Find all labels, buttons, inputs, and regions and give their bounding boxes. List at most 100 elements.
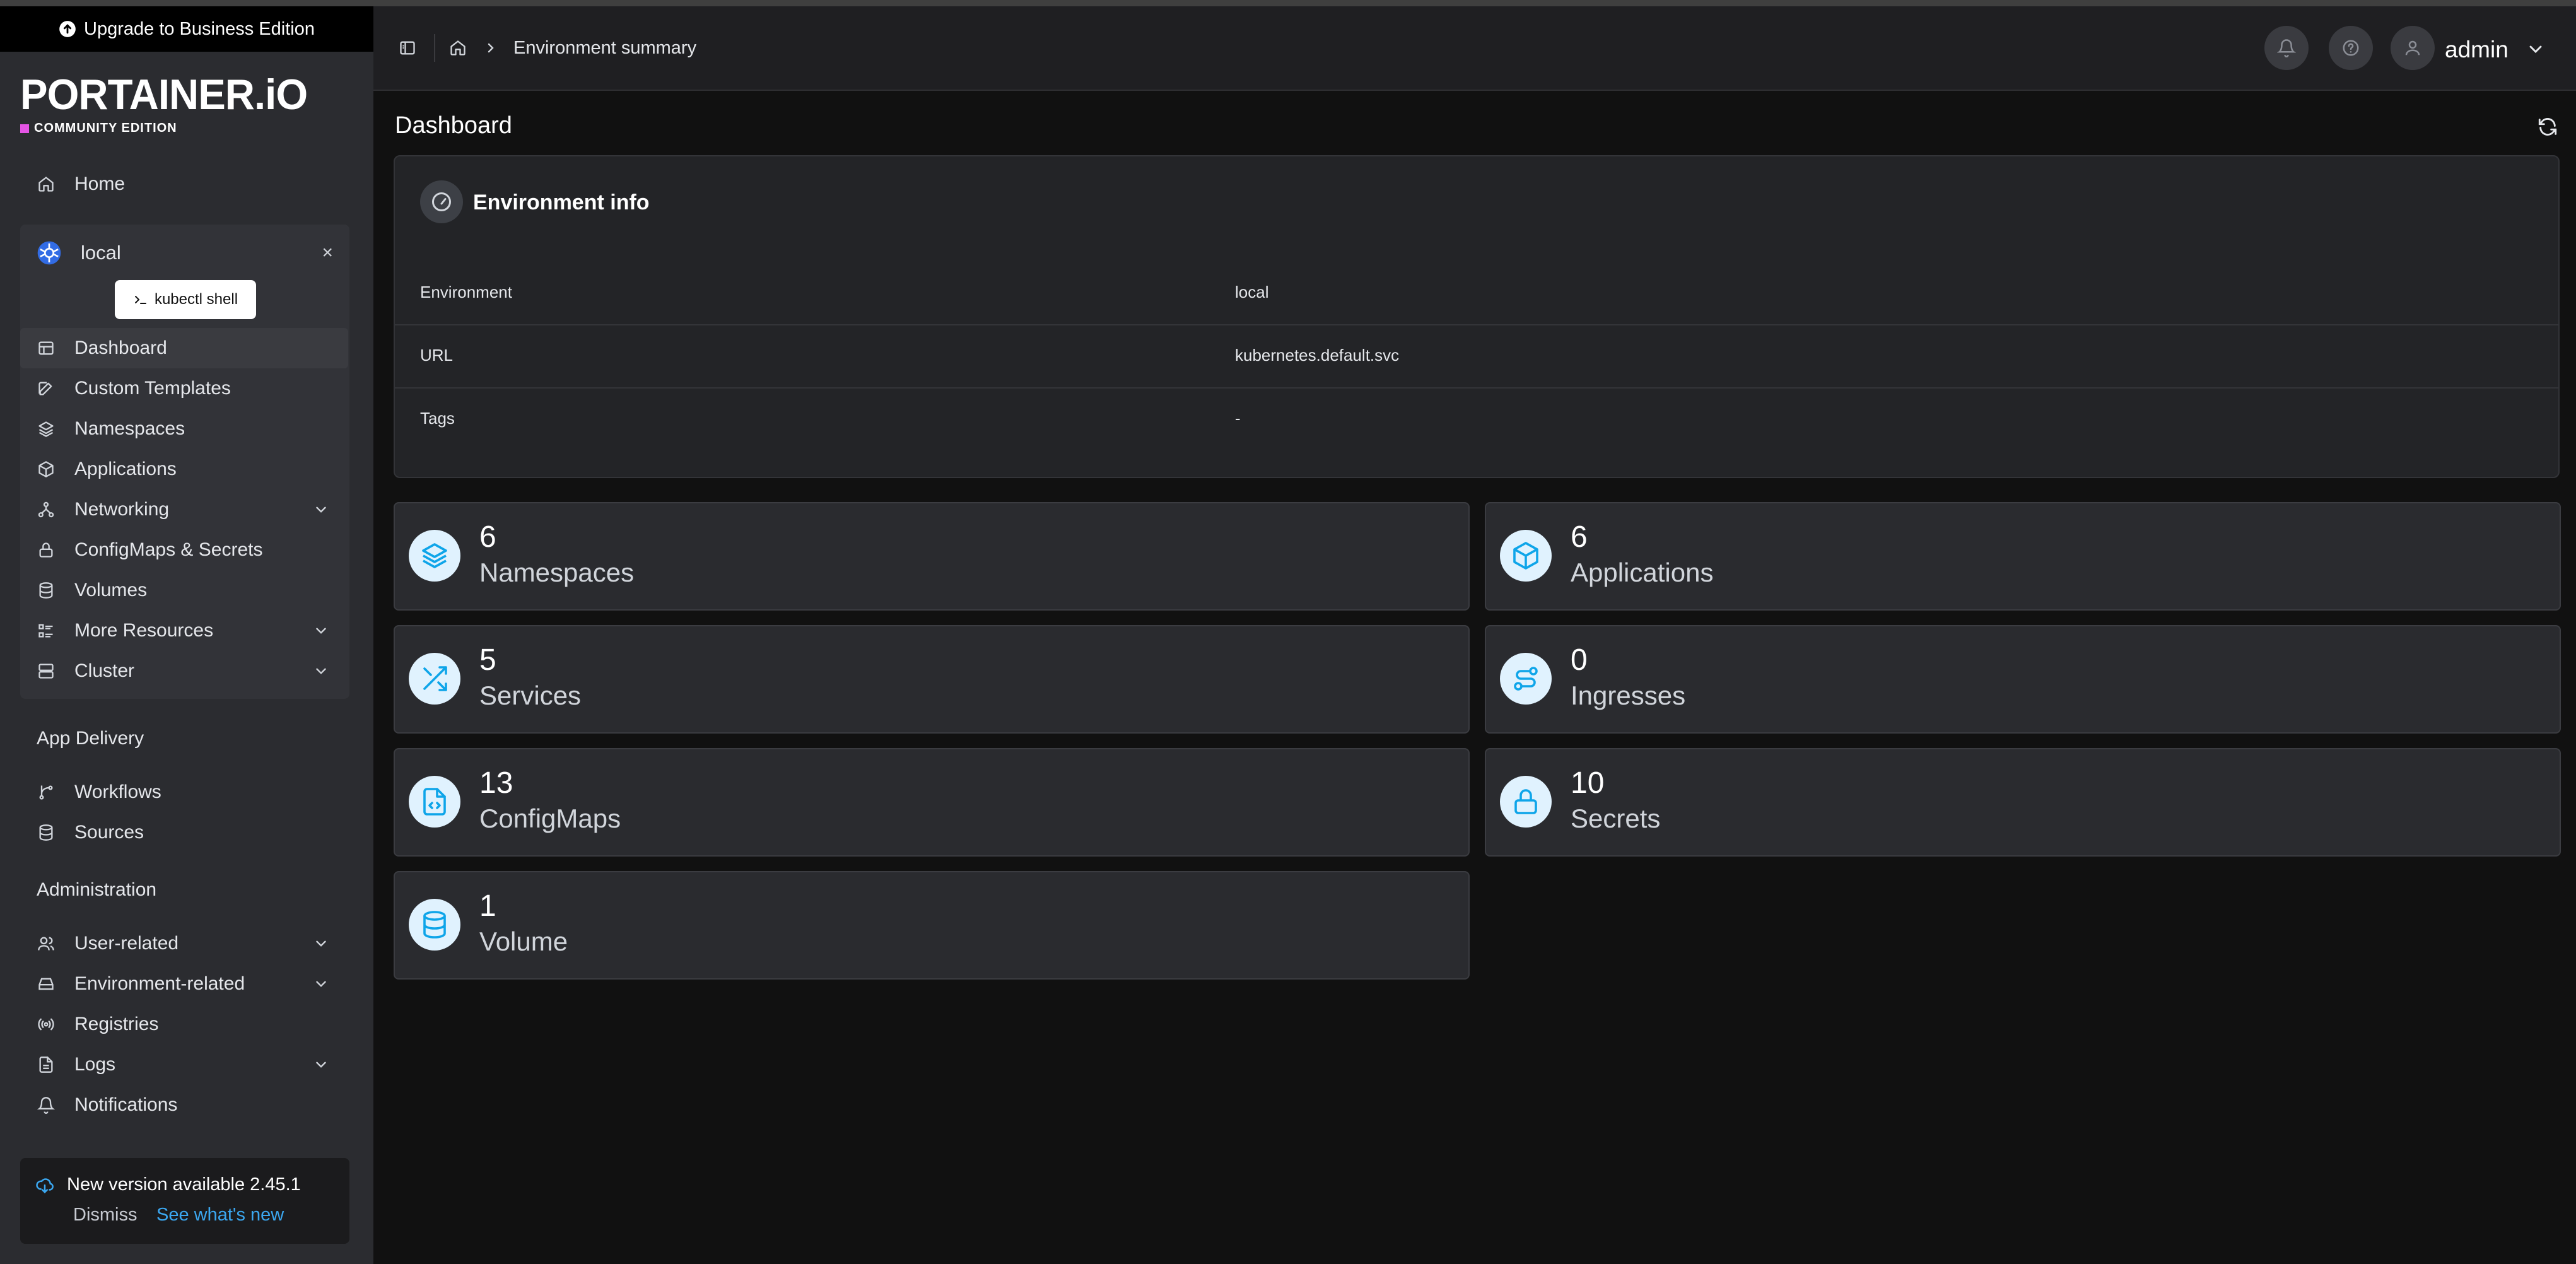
upgrade-banner[interactable]: Upgrade to Business Edition	[0, 6, 373, 52]
sidebar-item-volumes[interactable]: Volumes	[20, 570, 348, 611]
update-notice: New version available 2.45.1 Dismiss See…	[20, 1158, 349, 1244]
update-title: New version available 2.45.1	[67, 1174, 301, 1195]
sidebar-item-label: Applications	[74, 459, 177, 479]
chevron-right-icon	[488, 43, 494, 53]
list-icon	[37, 621, 56, 640]
stat-count: 6	[479, 520, 496, 554]
notifications-button[interactable]	[2264, 26, 2309, 70]
sidebar-item-label: ConfigMaps & Secrets	[74, 539, 263, 560]
sidebar-item-environment-related[interactable]: Environment-related	[20, 964, 348, 1004]
stat-count: 5	[479, 643, 496, 677]
environment-info-panel: Environment info Environment local URL k…	[394, 155, 2560, 478]
arrow-up-circle-icon	[59, 21, 76, 37]
users-icon	[37, 934, 56, 953]
sidebar-item-label: Custom Templates	[74, 378, 231, 399]
sidebar-item-workflows[interactable]: Workflows	[20, 772, 348, 812]
whats-new-link[interactable]: See what's new	[156, 1205, 284, 1226]
user-name[interactable]: admin	[2445, 37, 2509, 63]
sidebar-item-networking[interactable]: Networking	[20, 489, 348, 530]
stat-card-secrets[interactable]: 10 Secrets	[1485, 748, 2561, 857]
edit-icon	[37, 379, 56, 398]
environment-close-button[interactable]: ×	[322, 242, 333, 264]
environment-name: local	[81, 242, 121, 264]
sidebar-item-more-resources[interactable]: More Resources	[20, 611, 348, 651]
stat-card-configmaps[interactable]: 13 ConfigMaps	[394, 748, 1470, 857]
administration-heading: Administration	[37, 879, 157, 900]
radio-icon	[37, 1015, 56, 1034]
stat-label: Ingresses	[1571, 681, 1686, 710]
sidebar-item-label: Volumes	[74, 580, 148, 600]
gauge-icon	[420, 180, 463, 223]
sidebar-item-notifications[interactable]: Notifications	[20, 1085, 348, 1125]
sidebar-item-sources[interactable]: Sources	[20, 812, 348, 853]
stat-count: 10	[1571, 766, 1605, 800]
chevron-down-icon	[316, 668, 326, 674]
stat-count: 13	[479, 766, 513, 800]
brand[interactable]: PORTAINER.iO COMMUNITY EDITION	[0, 52, 373, 145]
stat-card-ingresses[interactable]: 0 Ingresses	[1485, 625, 2561, 734]
lock-icon	[37, 541, 56, 559]
bell-icon	[2277, 39, 2296, 57]
chevron-down-icon	[316, 1062, 326, 1068]
sidebar-item-configmaps-secrets[interactable]: ConfigMaps & Secrets	[20, 530, 348, 570]
stat-count: 6	[1571, 520, 1588, 554]
chevron-down-icon	[316, 981, 326, 987]
sidebar-item-home[interactable]: Home	[20, 164, 348, 204]
help-button[interactable]	[2329, 26, 2373, 70]
sidebar-item-registries[interactable]: Registries	[20, 1004, 348, 1045]
sidebar-item-user-related[interactable]: User-related	[20, 923, 348, 964]
app-delivery-heading: App Delivery	[37, 728, 144, 749]
info-value: -	[1235, 409, 1241, 428]
stat-card-namespaces[interactable]: 6 Namespaces	[394, 502, 1470, 611]
stat-card-volume[interactable]: 1 Volume	[394, 871, 1470, 980]
sidebar-item-logs[interactable]: Logs	[20, 1045, 348, 1085]
user-avatar[interactable]	[2391, 26, 2435, 70]
stat-card-services[interactable]: 5 Services	[394, 625, 1470, 734]
sidebar-item-custom-templates[interactable]: Custom Templates	[20, 368, 348, 409]
git-branch-icon	[37, 783, 56, 802]
kubectl-shell-label: kubectl shell	[154, 291, 238, 308]
edition-text: COMMUNITY EDITION	[34, 121, 177, 135]
route-icon	[1500, 653, 1552, 705]
info-value: kubernetes.default.svc	[1235, 346, 1400, 365]
info-key: Tags	[420, 409, 455, 428]
info-row-tags: Tags -	[395, 389, 2558, 452]
kubernetes-icon	[37, 241, 61, 265]
sidebar-item-label: More Resources	[74, 620, 214, 641]
lock-icon	[1500, 776, 1552, 828]
stat-card-applications[interactable]: 6 Applications	[1485, 502, 2561, 611]
sidebar-item-label: Environment-related	[74, 973, 245, 994]
info-key: Environment	[420, 283, 512, 301]
sidebar-item-cluster[interactable]: Cluster	[20, 651, 348, 691]
home-icon[interactable]	[449, 39, 467, 57]
database-icon	[37, 823, 56, 842]
stat-label: Volume	[479, 927, 568, 956]
chevron-down-icon[interactable]	[2526, 39, 2546, 59]
sidebar-item-label: Logs	[74, 1054, 116, 1075]
kubectl-shell-button[interactable]: kubectl shell	[115, 280, 256, 319]
sidebar-item-label: Registries	[74, 1014, 159, 1034]
info-value: local	[1235, 283, 1269, 301]
dismiss-link[interactable]: Dismiss	[73, 1205, 138, 1226]
stat-label: Namespaces	[479, 558, 635, 587]
sidebar-item-label: Namespaces	[74, 418, 185, 439]
environment-info-title: Environment info	[473, 190, 650, 214]
environment-header[interactable]: local ×	[20, 231, 348, 275]
refresh-icon[interactable]	[2537, 116, 2558, 138]
info-row-url: URL kubernetes.default.svc	[395, 325, 2558, 389]
home-icon	[37, 175, 56, 194]
layers-icon	[409, 530, 460, 582]
breadcrumb: Environment summary	[513, 38, 697, 58]
sidebar-toggle-icon[interactable]	[399, 39, 416, 57]
box-icon	[37, 460, 56, 479]
upgrade-banner-label: Upgrade to Business Edition	[84, 18, 315, 39]
sidebar-item-label: User-related	[74, 933, 179, 954]
sidebar-item-label: Networking	[74, 499, 170, 520]
sidebar-item-namespaces[interactable]: Namespaces	[20, 409, 348, 449]
network-icon	[37, 500, 56, 519]
stat-count: 0	[1571, 643, 1588, 677]
sidebar-item-applications[interactable]: Applications	[20, 449, 348, 489]
sidebar-item-label: Workflows	[74, 781, 161, 802]
sidebar-item-dashboard[interactable]: Dashboard	[20, 328, 348, 368]
portainer-logo: PORTAINER.iO	[20, 71, 308, 119]
